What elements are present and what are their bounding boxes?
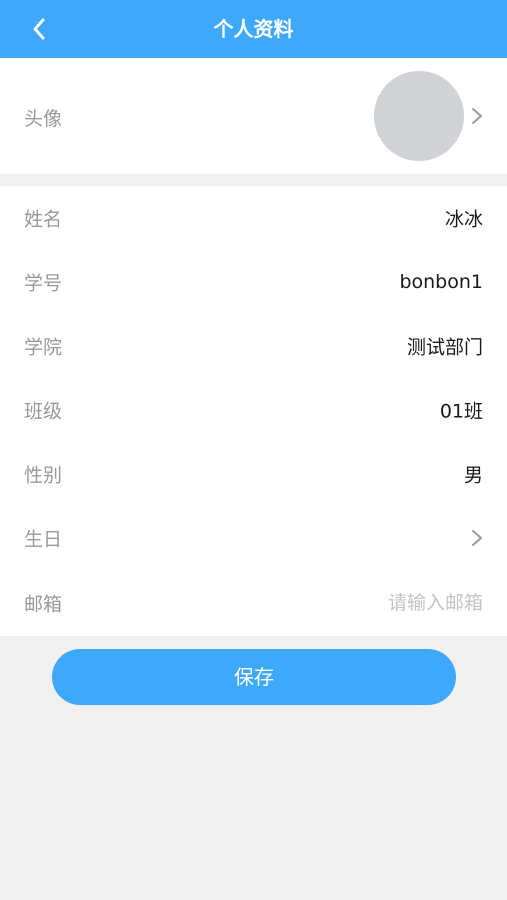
class-value: 01班	[439, 400, 483, 423]
name-row: 姓名 冰冰	[0, 186, 507, 250]
student-id-label: 学号	[24, 272, 63, 295]
email-label: 邮箱	[24, 593, 63, 616]
email-field[interactable]	[263, 592, 483, 614]
email-row: 邮箱	[0, 570, 507, 636]
gender-label: 性别	[24, 464, 63, 487]
birthday-row[interactable]: 生日	[0, 506, 507, 570]
gender-value: 男	[463, 464, 483, 487]
college-row: 学院 测试部门	[0, 314, 507, 378]
class-label: 班级	[24, 400, 63, 423]
college-value: 测试部门	[406, 336, 483, 359]
college-label: 学院	[24, 336, 63, 359]
name-value: 冰冰	[444, 208, 483, 231]
save-button[interactable]: 保存	[52, 649, 456, 705]
profile-info-list: 姓名 冰冰 学号 bonbon1 学院 测试部门 班级 01班 性别 男 生日 …	[0, 186, 507, 636]
student-id-row: 学号 bonbon1	[0, 250, 507, 314]
gender-row[interactable]: 性别 男	[0, 442, 507, 506]
header-bar: 个人资料	[0, 0, 507, 58]
chevron-right-icon	[472, 530, 482, 546]
class-row: 班级 01班	[0, 378, 507, 442]
student-id-value: bonbon1	[399, 271, 483, 293]
birthday-label: 生日	[24, 528, 63, 551]
page-title: 个人资料	[213, 17, 294, 41]
name-label: 姓名	[24, 208, 63, 231]
chevron-right-icon	[472, 108, 482, 124]
avatar-row[interactable]: 头像	[0, 58, 507, 174]
avatar[interactable]	[374, 71, 464, 161]
avatar-label: 头像	[24, 108, 63, 130]
